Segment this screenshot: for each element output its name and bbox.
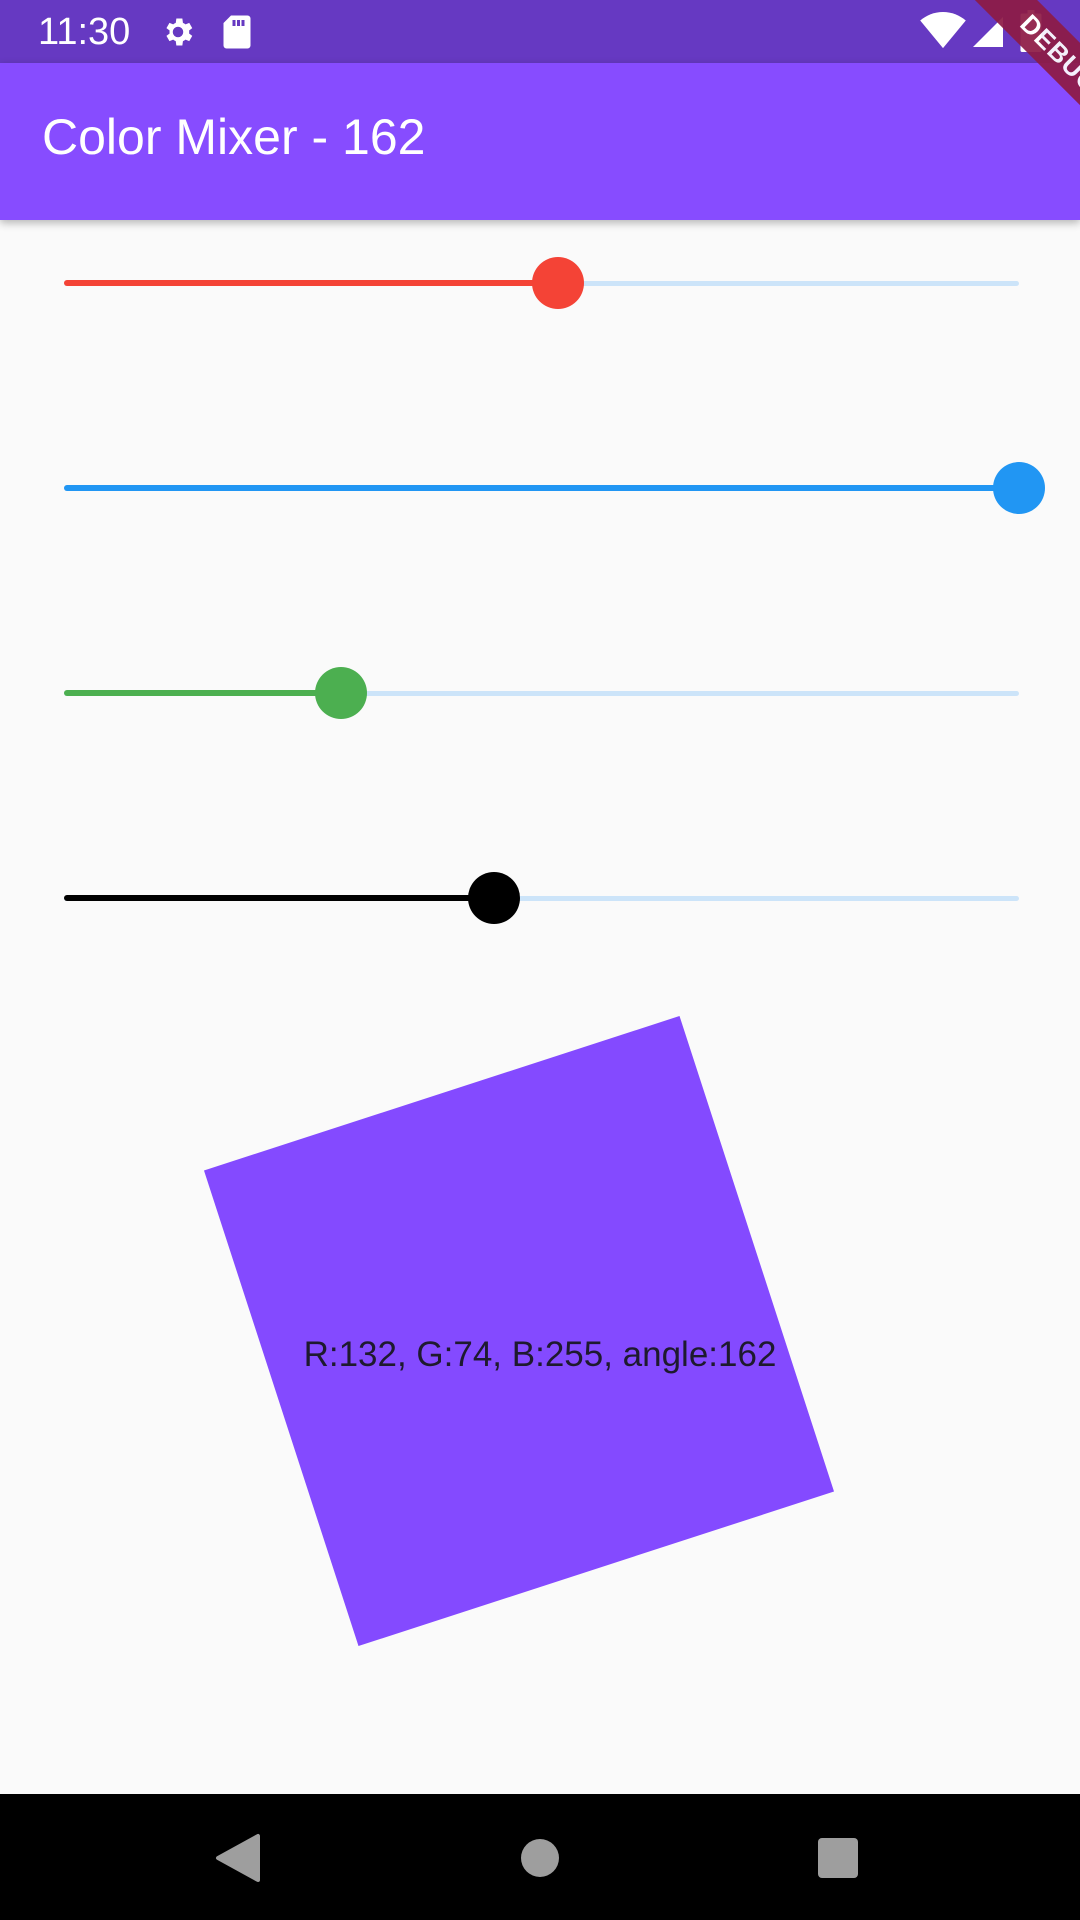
status-bar: 11:30: [0, 0, 1080, 63]
slider-thumb[interactable]: [315, 667, 368, 719]
battery-icon: [1020, 10, 1042, 52]
gear-icon: [166, 18, 193, 46]
slider-active-track: [64, 895, 494, 901]
recents-icon[interactable]: [798, 1818, 878, 1898]
slider-thumb[interactable]: [993, 462, 1045, 514]
green-slider[interactable]: [64, 663, 1019, 723]
wifi-icon: [920, 12, 966, 49]
slider-active-track: [64, 280, 559, 286]
blue-slider[interactable]: [64, 458, 1045, 518]
slider-active-track: [64, 485, 1019, 491]
slider-thumb[interactable]: [532, 257, 585, 309]
page-title: Color Mixer - 162: [42, 109, 426, 165]
angle-slider[interactable]: [64, 868, 1019, 928]
sd-card-icon: [223, 15, 251, 49]
slider-active-track: [64, 690, 342, 696]
status-time: 11:30: [38, 11, 131, 53]
color-preview-box: [203, 1015, 835, 1647]
back-icon[interactable]: [198, 1818, 278, 1898]
navigation-bar: [0, 1794, 1080, 1920]
slider-thumb[interactable]: [467, 872, 520, 924]
app-bar: Color Mixer - 162: [0, 63, 1080, 220]
home-icon[interactable]: [500, 1818, 580, 1898]
red-slider[interactable]: [64, 253, 1019, 313]
color-values-label: R:132, G:74, B:255, angle:162: [303, 1335, 777, 1374]
signal-icon: [973, 17, 1003, 47]
